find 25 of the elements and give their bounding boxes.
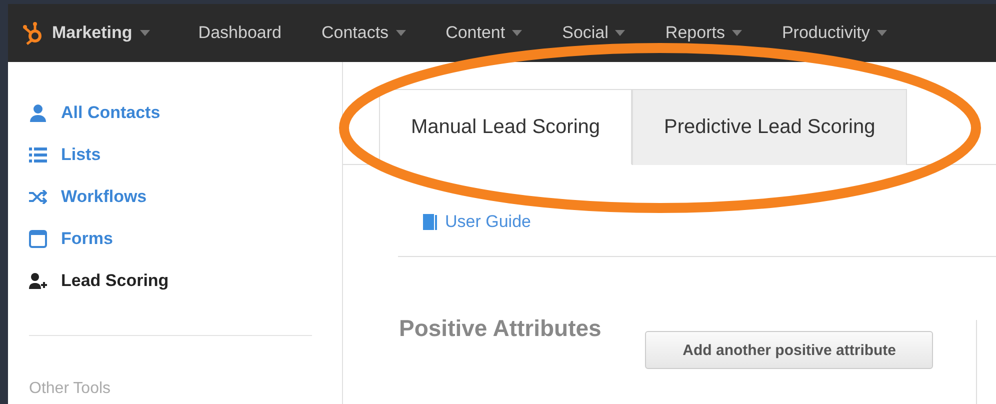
nav-item[interactable]: Contacts [301, 23, 426, 43]
brand-menu[interactable]: Marketing [22, 21, 178, 45]
nav-item[interactable]: Dashboard [178, 23, 302, 43]
form-icon [29, 230, 47, 248]
add-attribute-button[interactable]: Add another positive attribute [645, 331, 934, 369]
sidebar-item[interactable]: Workflows [29, 176, 342, 218]
caret-icon [140, 30, 150, 36]
nav-item[interactable]: Social [542, 23, 646, 43]
person-add-icon [29, 273, 47, 289]
sidebar-item[interactable]: Lead Scoring [29, 260, 342, 302]
sidebar-item[interactable]: Lists [29, 134, 342, 176]
list-icon [29, 147, 47, 163]
section-heading: Other Tools [29, 380, 112, 398]
nav-item[interactable]: Content [426, 23, 542, 43]
nav-item[interactable]: Productivity [762, 23, 907, 43]
sidebar-item[interactable]: All Contacts [29, 92, 342, 134]
sprocket-logo-icon [22, 21, 44, 45]
tab[interactable]: Manual Lead Scoring [379, 89, 632, 165]
person-icon [29, 104, 47, 122]
sidebar-item[interactable]: Forms [29, 218, 342, 260]
book-icon [423, 214, 437, 230]
tab[interactable]: Predictive Lead Scoring [632, 89, 908, 165]
shuffle-icon [29, 190, 47, 204]
nav-item[interactable]: Reports [645, 23, 762, 43]
section-title: Positive Attributes [399, 315, 602, 343]
